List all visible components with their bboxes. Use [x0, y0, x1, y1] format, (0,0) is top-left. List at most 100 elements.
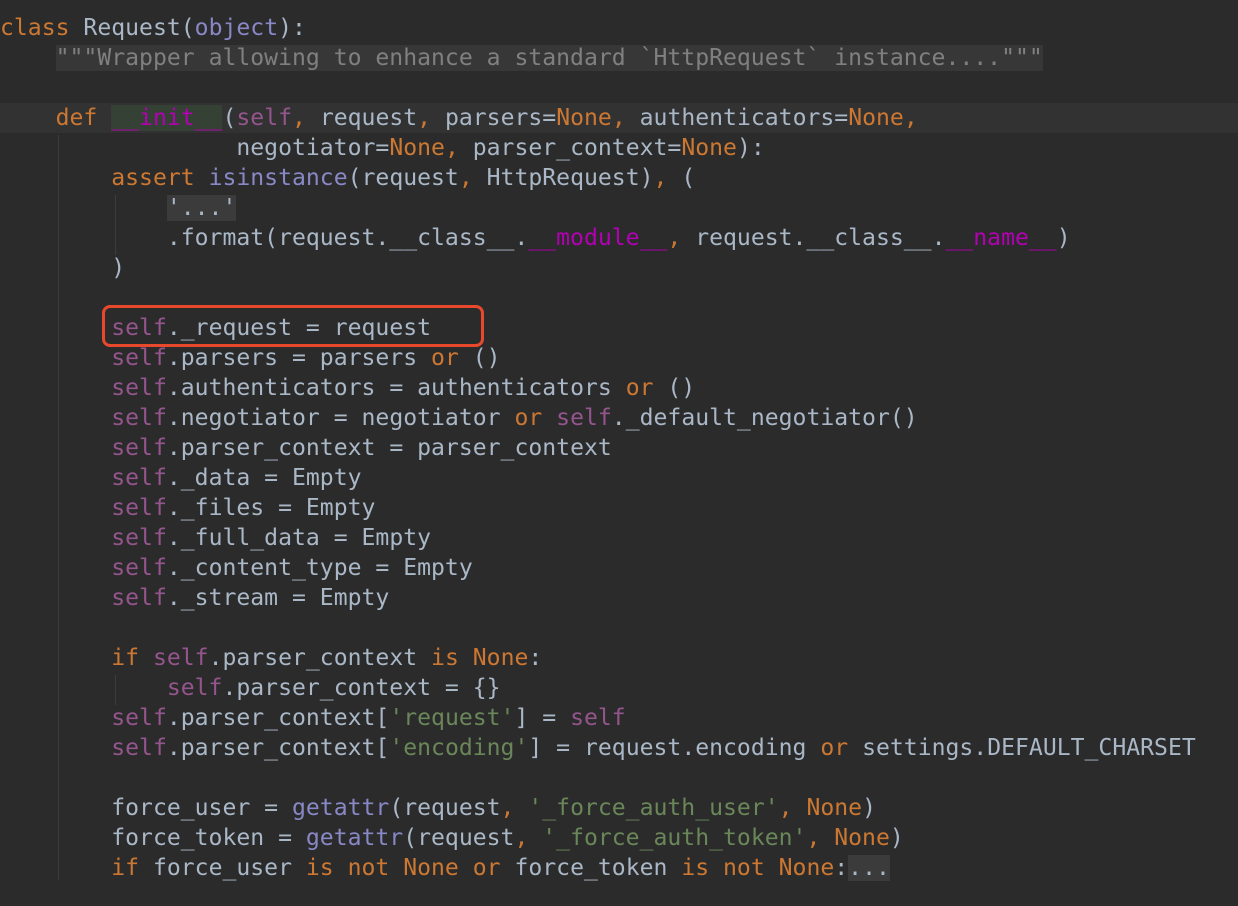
code-line[interactable]: if self.parser_context is None:	[0, 643, 1238, 673]
code-line[interactable]: assert isinstance(request, HttpRequest),…	[0, 163, 1238, 193]
code-line[interactable]	[0, 73, 1238, 103]
code-token: self	[570, 705, 626, 731]
code-line[interactable]: if force_user is not None or force_token…	[0, 853, 1238, 883]
code-token: is	[431, 645, 459, 671]
code-token: ()	[653, 375, 696, 401]
code-token: .format(request.__class__.	[0, 225, 529, 251]
code-token: self	[556, 405, 612, 431]
code-line[interactable]: self._files = Empty	[0, 493, 1238, 523]
code-line[interactable]: self.parser_context = parser_context	[0, 433, 1238, 463]
code-token: is not	[305, 855, 390, 881]
code-line[interactable]: force_user = getattr(request, '_force_au…	[0, 793, 1238, 823]
code-token: .parsers = parsers	[166, 345, 432, 371]
code-token: isinstance	[208, 165, 348, 191]
code-token: )	[0, 255, 126, 281]
code-token: class	[0, 15, 70, 41]
code-line[interactable]: class Request(object):	[0, 13, 1238, 43]
code-token: None	[806, 795, 863, 821]
code-token: ._stream = Empty	[166, 585, 390, 611]
highlight-box	[102, 305, 484, 347]
code-token: if	[111, 645, 140, 671]
code-line[interactable]: self.parser_context['request'] = self	[0, 703, 1238, 733]
code-token: '_force_auth_token'	[542, 825, 807, 851]
code-line[interactable]: self._content_type = Empty	[0, 553, 1238, 583]
code-token: ._files = Empty	[166, 495, 376, 521]
code-token: (request	[347, 165, 459, 191]
code-token: )	[862, 795, 876, 821]
code-line[interactable]: self.authenticators = authenticators or …	[0, 373, 1238, 403]
code-token: negotiator=	[0, 135, 390, 161]
code-token: request.__class__.	[695, 225, 946, 251]
code-line[interactable]: self.negotiator = negotiator or self._de…	[0, 403, 1238, 433]
code-line[interactable]: )	[0, 253, 1238, 283]
code-token: __module__	[528, 225, 668, 251]
code-line[interactable]	[0, 613, 1238, 643]
code-token: ,	[806, 825, 835, 851]
code-token: ,	[514, 825, 543, 851]
code-token: )	[1056, 225, 1071, 251]
code-token: or	[472, 855, 501, 881]
folded-code-token[interactable]: ...	[848, 855, 890, 881]
code-line[interactable]	[0, 763, 1238, 793]
code-token: None	[834, 825, 890, 851]
code-token: ._content_type = Empty	[166, 555, 473, 581]
code-line[interactable]: '...'	[0, 193, 1238, 223]
code-token: 'encoding'	[389, 735, 529, 761]
code-token: ._full_data = Empty	[166, 525, 432, 551]
code-line[interactable]: self.parsers = parsers or ()	[0, 343, 1238, 373]
code-line[interactable]: self._stream = Empty	[0, 583, 1238, 613]
code-line[interactable]: self.parser_context['encoding'] = reques…	[0, 733, 1238, 763]
code-token: ._default_negotiator()	[611, 405, 918, 431]
code-line[interactable]: self.parser_context = {}	[0, 673, 1238, 703]
code-token: or	[514, 405, 543, 431]
code-token: 'request'	[389, 705, 515, 731]
code-token: self	[111, 495, 167, 521]
code-token: self	[111, 345, 167, 371]
code-token: self	[152, 645, 209, 671]
code-token: parser_context=	[472, 135, 682, 161]
code-token: :	[834, 855, 849, 881]
code-line[interactable]: force_token = getattr(request, '_force_a…	[0, 823, 1238, 853]
code-token: ):	[278, 15, 306, 41]
code-token: None	[681, 135, 737, 161]
code-token: self	[236, 105, 293, 131]
code-token: self	[111, 465, 167, 491]
code-token: :	[528, 645, 543, 671]
code-editor[interactable]: class Request(object): """Wrapper allowi…	[0, 13, 1238, 883]
code-token: ,	[653, 165, 682, 191]
folded-code-token[interactable]: '...'	[166, 195, 237, 221]
code-token: __init__	[111, 105, 223, 131]
code-token: self	[111, 435, 167, 461]
code-token: None	[848, 105, 904, 131]
code-token: self	[111, 525, 167, 551]
code-token: ,	[292, 105, 320, 131]
code-token: ,	[667, 225, 696, 251]
code-token: ,	[458, 165, 487, 191]
code-token: .parser_context = {}	[222, 675, 501, 701]
code-line[interactable]: .format(request.__class__.__module__, re…	[0, 223, 1238, 253]
code-token: ,	[778, 795, 807, 821]
code-line[interactable]: self._full_data = Empty	[0, 523, 1238, 553]
code-line[interactable]: def __init__(self, request, parsers=None…	[0, 103, 1238, 133]
code-token: HttpRequest)	[486, 165, 654, 191]
code-token: (request	[389, 795, 501, 821]
code-line[interactable]: self._data = Empty	[0, 463, 1238, 493]
code-token: or	[625, 375, 654, 401]
code-token: settings.DEFAULT_CHARSET	[848, 735, 1196, 761]
code-token: self	[111, 375, 167, 401]
code-line[interactable]: negotiator=None, parser_context=None):	[0, 133, 1238, 163]
code-token: or	[820, 735, 849, 761]
code-token: def	[55, 105, 98, 131]
code-token: )	[889, 825, 904, 851]
code-line[interactable]: """Wrapper allowing to enhance a standar…	[0, 43, 1238, 73]
